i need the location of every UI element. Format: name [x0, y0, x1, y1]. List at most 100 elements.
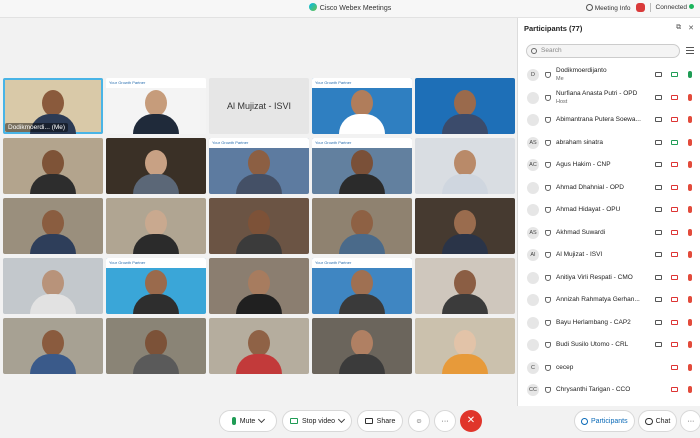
video-tile[interactable]: Your Growth Partner	[312, 138, 412, 194]
microphone-status-icon[interactable]	[688, 363, 692, 371]
participant-video-feed	[133, 90, 179, 134]
chevron-down-icon[interactable]	[258, 415, 266, 424]
video-tile[interactable]	[106, 198, 206, 254]
screen-icon	[655, 252, 662, 257]
participant-name: Agus Hakim - CNP	[556, 161, 611, 168]
audio-device-icon	[545, 162, 551, 168]
more-panels-button[interactable]: ···	[680, 410, 700, 432]
participant-row[interactable]: Abimantrana Putera Soewa...	[518, 109, 700, 132]
microphone-status-icon[interactable]	[688, 161, 692, 168]
microphone-status-icon[interactable]	[688, 138, 692, 146]
microphone-status-icon[interactable]	[688, 93, 692, 101]
microphone-status-icon[interactable]	[688, 228, 692, 236]
participant-row[interactable]: AS abraham sinatra	[518, 132, 700, 155]
person-head	[454, 330, 476, 356]
person-head	[248, 150, 270, 176]
recording-icon[interactable]	[635, 3, 645, 12]
camera-status-icon	[671, 139, 678, 145]
microphone-status-icon[interactable]	[688, 318, 692, 326]
video-tile[interactable]: Your Growth Partner	[312, 258, 412, 314]
person-head	[248, 210, 270, 236]
video-tile[interactable]	[3, 198, 103, 254]
reactions-button[interactable]: ☺	[408, 410, 430, 432]
participant-row[interactable]: Nurfiana Anasta Putri - OPD Host	[518, 87, 700, 110]
title-bar-right: Meeting Info Connected	[585, 3, 694, 12]
person-head	[351, 150, 373, 176]
video-tile[interactable]	[415, 138, 515, 194]
video-tile[interactable]	[312, 198, 412, 254]
participant-row[interactable]: CC Chrysanthi Tarigan - CCO	[518, 379, 700, 402]
popout-icon[interactable]: ⧉	[676, 24, 681, 32]
camera-status-icon	[671, 229, 678, 235]
participants-tab[interactable]: Participants	[574, 410, 635, 432]
microphone-status-icon[interactable]	[688, 251, 692, 258]
person-torso	[339, 114, 385, 134]
camera-status-icon	[671, 297, 678, 302]
participant-row[interactable]: Bayu Herlambang - CAP2	[518, 312, 700, 335]
video-tile[interactable]	[3, 318, 103, 374]
video-tile[interactable]	[415, 318, 515, 374]
participants-title: Participants (77)	[524, 24, 583, 33]
audio-device-icon	[545, 139, 551, 146]
microphone-status-icon[interactable]	[688, 116, 692, 123]
video-tile[interactable]	[3, 258, 103, 314]
participant-name: abraham sinatra	[556, 138, 603, 146]
audio-device-icon	[545, 387, 551, 393]
chat-tab[interactable]: Chat	[637, 410, 678, 432]
video-tile[interactable]	[209, 258, 309, 314]
more-options-button[interactable]: ···	[434, 410, 456, 432]
person-torso	[133, 234, 179, 254]
video-tile[interactable]	[415, 78, 515, 134]
microphone-status-icon[interactable]	[688, 386, 692, 393]
share-button[interactable]: Share	[357, 410, 403, 432]
participant-row[interactable]: Ahmad Dhahnial - OPD	[518, 177, 700, 200]
participant-row[interactable]: AS Akhmad Suwardi	[518, 222, 700, 245]
participant-video-feed	[30, 270, 76, 314]
chevron-down-icon[interactable]	[338, 415, 346, 424]
microphone-status-icon[interactable]	[688, 296, 692, 303]
participant-row[interactable]: C cecep	[518, 357, 700, 380]
video-tile[interactable]	[415, 258, 515, 314]
microphone-status-icon[interactable]	[688, 71, 692, 78]
participant-row[interactable]: Budi Susilo Utomo - CRL	[518, 334, 700, 357]
microphone-status-icon[interactable]	[688, 183, 692, 191]
microphone-status-icon[interactable]	[688, 273, 692, 281]
mute-button[interactable]: Mute	[219, 410, 277, 432]
person-head	[145, 270, 167, 296]
meeting-info-button[interactable]: Meeting Info	[585, 3, 631, 12]
avatar	[527, 204, 539, 216]
microphone-status-icon[interactable]	[688, 206, 692, 213]
video-tile[interactable]	[3, 138, 103, 194]
title-bar: Cisco Webex Meetings Meeting Info Connec…	[0, 0, 700, 18]
video-tile[interactable]: Your Growth Partner	[106, 258, 206, 314]
camera-status-icon	[671, 184, 678, 190]
participant-name: Akhmad Suwardi	[556, 228, 606, 236]
participant-row[interactable]: AI Al Mujizat - ISVI	[518, 244, 700, 267]
person-torso	[236, 234, 282, 254]
participant-row[interactable]: D Dodikmoerdijanto Me	[518, 64, 700, 87]
participant-search-input[interactable]: Search	[526, 44, 680, 58]
video-tile[interactable]: Your Growth Partner	[106, 78, 206, 134]
video-tile[interactable]: Your Growth Partner	[209, 138, 309, 194]
person-torso	[442, 294, 488, 314]
video-tile[interactable]: Your Growth Partner	[312, 78, 412, 134]
video-tile[interactable]: Al Mujizat - ISVI	[209, 78, 309, 134]
person-torso	[133, 114, 179, 134]
participant-row[interactable]: AC Agus Hakim - CNP	[518, 154, 700, 177]
video-tile[interactable]	[312, 318, 412, 374]
participant-row[interactable]: Annizah Rahmatya Gerhan...	[518, 289, 700, 312]
video-tile[interactable]	[106, 318, 206, 374]
video-tile[interactable]	[415, 198, 515, 254]
video-tile[interactable]: Dodikmoerdi... (Me)	[3, 78, 103, 134]
microphone-status-icon[interactable]	[688, 341, 692, 348]
close-icon[interactable]: ✕	[688, 24, 694, 32]
video-tile[interactable]	[209, 318, 309, 374]
participant-row[interactable]: Ahmad Hidayat - OPU	[518, 199, 700, 222]
screen-icon	[655, 72, 662, 77]
sort-icon[interactable]	[686, 47, 694, 54]
participant-row[interactable]: Anitiya Virli Respati - CMO	[518, 267, 700, 290]
end-meeting-button[interactable]: ✕	[460, 410, 482, 432]
stop-video-button[interactable]: Stop video	[282, 410, 352, 432]
video-tile[interactable]	[106, 138, 206, 194]
video-tile[interactable]	[209, 198, 309, 254]
